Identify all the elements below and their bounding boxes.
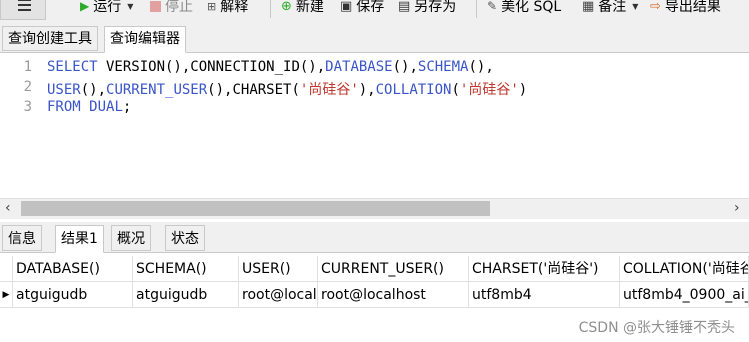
save-as-button[interactable]: ▤ 另存为 <box>398 0 456 16</box>
run-label: 运行 <box>93 0 122 15</box>
tab-query-editor[interactable]: 查询编辑器 <box>104 26 186 53</box>
save-as-icon: ▤ <box>398 0 411 14</box>
save-icon: ▣ <box>340 0 353 14</box>
stop-label: 停止 <box>165 0 193 15</box>
sql-text: VERSION(),CONNECTION_ID(), <box>97 59 326 75</box>
export-label: 导出结果 <box>664 0 721 15</box>
save-label: 保存 <box>356 0 385 15</box>
sql-keyword: DATABASE <box>325 59 393 75</box>
beautify-sql-button[interactable]: ✎ 美化 SQL <box>487 0 561 16</box>
tab-info[interactable]: 信息 <box>2 225 42 251</box>
scroll-right-icon[interactable]: › <box>734 200 740 216</box>
column-header[interactable]: COLLATION('尚硅谷') <box>620 256 749 282</box>
comment-label: 备注 <box>598 0 627 15</box>
sql-keyword: CURRENT_USER <box>106 82 208 98</box>
table-cell[interactable]: root@localhost <box>239 282 318 308</box>
sql-text: ; <box>122 99 132 115</box>
explain-button[interactable]: ⊞ 解释 <box>207 0 248 16</box>
new-label: 新建 <box>295 0 324 15</box>
table-cell[interactable]: atguigudb <box>133 282 239 308</box>
sql-text: (), <box>468 59 494 75</box>
row-header-corner <box>0 256 13 282</box>
sql-text: (), <box>392 59 418 75</box>
explain-label: 解释 <box>220 0 249 15</box>
table-cell[interactable]: atguigudb <box>13 282 133 308</box>
sql-text: (),CHARSET( <box>207 82 300 98</box>
sql-keyword: COLLATION <box>375 82 452 98</box>
tab-result1[interactable]: 结果1 <box>55 225 104 253</box>
sql-text: ) <box>518 82 528 98</box>
code-line-3: FROM DUAL; <box>47 99 131 115</box>
sql-keyword: SCHEMA <box>417 59 469 75</box>
column-header[interactable]: USER() <box>239 256 318 282</box>
table-cell[interactable]: root@localhost <box>318 282 469 308</box>
tab-query-builder[interactable]: 查询创建工具 <box>2 26 98 51</box>
column-header[interactable]: CHARSET('尚硅谷') <box>469 256 620 282</box>
stop-button[interactable]: 停止 <box>150 0 193 16</box>
code-line-1: SELECT VERSION(),CONNECTION_ID(),DATABAS… <box>47 59 494 75</box>
chevron-down-icon[interactable]: ▼ <box>127 2 133 11</box>
comment-button[interactable]: ▦ 备注 ▼ <box>582 0 638 16</box>
result-tab-bar: 信息 结果1 概况 状态 <box>0 222 749 253</box>
sql-keyword: USER <box>47 82 81 98</box>
toolbar: ▶ 运行 ▼ 停止 ⊞ 解释 ⊕ 新建 ▣ 保存 ▤ 另存为 ✎ 美化 SQL … <box>0 0 749 23</box>
sql-text: ), <box>358 82 376 98</box>
column-header[interactable]: SCHEMA() <box>133 256 239 282</box>
sql-keyword: FROM <box>47 99 81 115</box>
menu-icon[interactable] <box>0 0 46 20</box>
new-button[interactable]: ⊕ 新建 <box>281 0 324 16</box>
sql-text: ( <box>451 82 460 98</box>
sql-string: '尚硅谷' <box>299 82 359 98</box>
run-button[interactable]: ▶ 运行 ▼ <box>80 0 133 16</box>
export-result-button[interactable]: ⇨ 导出结果 <box>650 0 721 16</box>
save-as-label: 另存为 <box>414 0 457 15</box>
query-tab-bar: 查询创建工具 查询编辑器 <box>0 22 749 53</box>
column-header[interactable]: CURRENT_USER() <box>318 256 469 282</box>
current-row-icon: ▶ <box>0 282 13 308</box>
code-line-2: USER(),CURRENT_USER(),CHARSET('尚硅谷'),COL… <box>47 79 527 99</box>
sql-keyword: DUAL <box>89 99 123 115</box>
stop-icon <box>150 0 161 12</box>
toolbar-divider <box>476 0 477 18</box>
watermark: CSDN @张大锤锤不秃头 <box>578 320 735 336</box>
save-button[interactable]: ▣ 保存 <box>340 0 384 16</box>
sql-text: (), <box>80 82 107 98</box>
play-icon: ▶ <box>80 0 90 13</box>
tab-profile[interactable]: 概况 <box>111 225 151 251</box>
scrollbar-thumb[interactable] <box>21 201 490 216</box>
column-header[interactable]: DATABASE() <box>13 256 133 282</box>
table-cell[interactable]: utf8mb4 <box>469 282 620 308</box>
export-icon: ⇨ <box>650 0 661 14</box>
scroll-left-icon[interactable]: ‹ <box>5 200 11 216</box>
tab-status[interactable]: 状态 <box>165 225 205 251</box>
line-number: 3 <box>23 99 32 115</box>
new-query-icon: ⊕ <box>281 0 292 14</box>
horizontal-scrollbar[interactable]: ‹ › <box>0 198 749 219</box>
sql-string: '尚硅谷' <box>459 82 519 98</box>
magic-wand-icon: ✎ <box>487 0 498 13</box>
table-cell[interactable]: utf8mb4_0900_ai_ci <box>620 282 749 308</box>
line-number: 1 <box>23 59 32 75</box>
comment-icon: ▦ <box>582 0 595 14</box>
line-number: 2 <box>23 79 32 95</box>
toolbar-divider <box>270 0 271 18</box>
sql-keyword: SELECT <box>47 59 98 75</box>
beautify-label: 美化 SQL <box>501 0 562 15</box>
result-grid: DATABASE() SCHEMA() USER() CURRENT_USER(… <box>0 256 749 342</box>
sql-editor[interactable]: 1 2 3 SELECT VERSION(),CONNECTION_ID(),D… <box>0 53 749 198</box>
chevron-down-icon[interactable]: ▼ <box>632 2 638 11</box>
explain-icon: ⊞ <box>207 0 217 13</box>
